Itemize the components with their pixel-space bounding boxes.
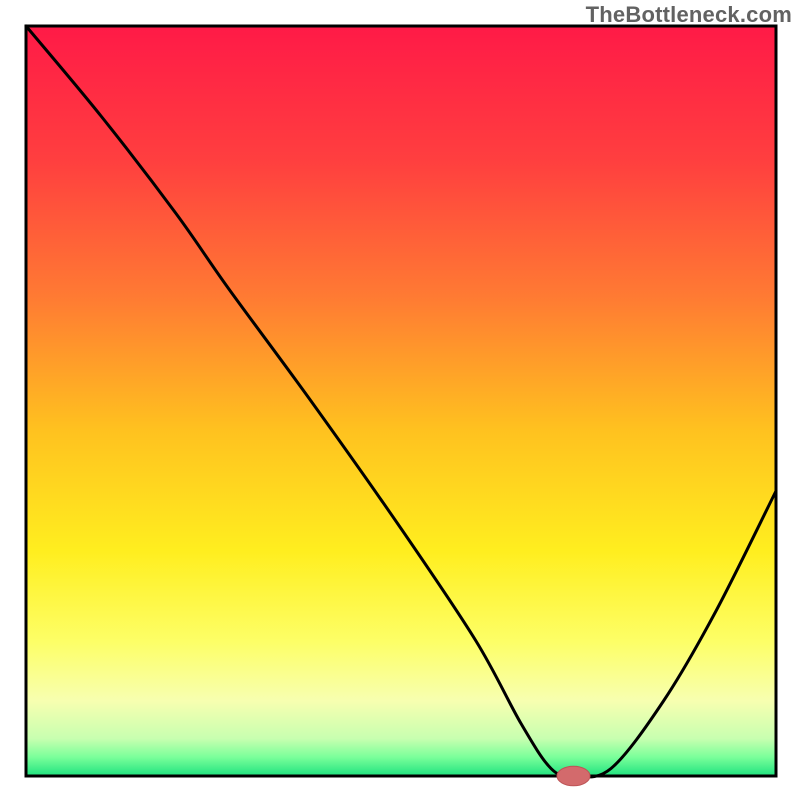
watermark-text: TheBottleneck.com: [586, 2, 792, 28]
optimal-marker: [557, 766, 590, 786]
bottleneck-chart: [0, 0, 800, 800]
plot-background: [26, 26, 776, 776]
